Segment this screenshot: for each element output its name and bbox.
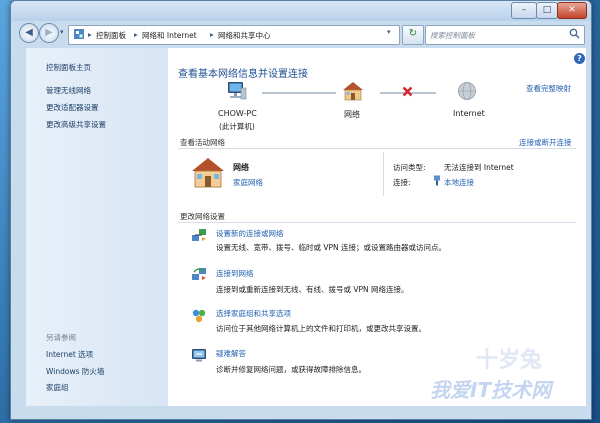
title-bar[interactable] xyxy=(11,1,591,21)
minimize-button[interactable]: – xyxy=(511,2,537,19)
breadcrumb-separator: ▸ xyxy=(210,30,214,39)
watermark-text: 我爱IT技术网 xyxy=(430,378,552,402)
network-house-icon[interactable] xyxy=(342,81,364,103)
refresh-button[interactable]: ↻ xyxy=(402,25,424,45)
recent-pages-dropdown-icon[interactable]: ▾ xyxy=(60,28,64,36)
sidebar-link-internet-options[interactable]: Internet 选项 xyxy=(46,349,93,360)
task-setup-connection-link[interactable]: 设置新的连接或网络 xyxy=(216,228,284,239)
search-input[interactable]: 搜索控制面板 xyxy=(425,25,585,45)
home-network-icon xyxy=(191,157,225,191)
connect-disconnect-link[interactable]: 连接或断开连接 xyxy=(519,137,572,148)
access-type-value: 无法连接到 Internet xyxy=(444,163,514,172)
sidebar-link-homegroup[interactable]: 家庭组 xyxy=(46,382,69,393)
task-homegroup-desc: 访问位于其他网络计算机上的文件和打印机，或更改共享设置。 xyxy=(216,324,426,333)
watermark-corner-text: 十岁兔 xyxy=(476,348,543,373)
homegroup-sharing-icon xyxy=(191,308,207,326)
local-connection-icon xyxy=(433,175,441,188)
back-button[interactable]: ◀ xyxy=(19,23,39,43)
change-settings-header: 更改网络设置 xyxy=(180,212,225,221)
task-setup-connection-desc: 设置无线、宽带、拨号、临时或 VPN 连接；或设置路由器或访问点。 xyxy=(216,243,447,252)
internet-label: Internet xyxy=(453,109,485,118)
page-title: 查看基本网络信息并设置连接 xyxy=(178,69,308,80)
maximize-button[interactable]: □ xyxy=(536,2,558,19)
setup-connection-icon xyxy=(191,227,207,245)
network-label: 网络 xyxy=(344,110,360,119)
sidebar: 控制面板主页 管理无线网络 更改适配器设置 更改高级共享设置 另请参阅 Inte… xyxy=(26,48,168,406)
forward-button[interactable]: ▶ xyxy=(39,23,59,43)
active-networks-header: 查看活动网络 xyxy=(180,138,225,147)
connect-to-network-icon xyxy=(191,266,207,284)
see-also-label: 另请参阅 xyxy=(46,333,76,342)
section-divider xyxy=(178,148,576,149)
sidebar-link-advanced-sharing[interactable]: 更改高级共享设置 xyxy=(46,119,106,130)
troubleshoot-icon xyxy=(191,347,207,365)
vertical-divider xyxy=(383,152,384,196)
computer-subtitle: (此计算机) xyxy=(219,122,255,131)
breadcrumb-control-panel[interactable]: 控制面板 xyxy=(96,30,126,41)
network-type-link[interactable]: 家庭网络 xyxy=(233,177,263,188)
sidebar-link-adapter-settings[interactable]: 更改适配器设置 xyxy=(46,102,99,113)
no-connection-x-icon[interactable] xyxy=(402,86,413,99)
connections-label: 连接: xyxy=(393,178,411,187)
active-network-name: 网络 xyxy=(233,163,249,172)
address-dropdown-icon[interactable]: ▾ xyxy=(387,28,391,36)
computer-name: CHOW-PC xyxy=(218,109,257,118)
task-troubleshoot-desc: 诊断并修复网络问题，或获得故障排除信息。 xyxy=(216,365,366,374)
sidebar-link-manage-wireless[interactable]: 管理无线网络 xyxy=(46,85,91,96)
local-connection-link[interactable]: 本地连接 xyxy=(444,177,474,188)
task-homegroup-link[interactable]: 选择家庭组和共享选项 xyxy=(216,308,291,319)
computer-icon[interactable] xyxy=(226,80,248,104)
task-connect-network-link[interactable]: 连接到网络 xyxy=(216,268,254,279)
breadcrumb-separator: ▸ xyxy=(134,30,138,39)
access-type-label: 访问类型: xyxy=(393,163,426,172)
close-button[interactable]: ✕ xyxy=(557,2,587,19)
section-divider xyxy=(178,222,576,223)
help-icon[interactable]: ? xyxy=(574,53,585,64)
control-panel-icon xyxy=(73,28,85,42)
task-connect-network-desc: 连接到或重新连接到无线、有线、拨号或 VPN 网络连接。 xyxy=(216,285,409,294)
internet-globe-icon[interactable] xyxy=(457,81,477,103)
search-icon[interactable] xyxy=(569,28,580,41)
full-map-link[interactable]: 查看完整映射 xyxy=(526,83,571,94)
connection-line-computer-network xyxy=(262,92,336,94)
sidebar-link-firewall[interactable]: Windows 防火墙 xyxy=(46,366,104,377)
search-placeholder: 搜索控制面板 xyxy=(430,31,475,40)
breadcrumb-network-internet[interactable]: 网络和 Internet xyxy=(142,30,197,41)
breadcrumb-separator: ▸ xyxy=(88,30,92,39)
task-troubleshoot-link[interactable]: 疑难解答 xyxy=(216,348,246,359)
breadcrumb-sharing-center[interactable]: 网络和共享中心 xyxy=(218,30,271,41)
sidebar-link-control-panel-home[interactable]: 控制面板主页 xyxy=(46,62,91,73)
